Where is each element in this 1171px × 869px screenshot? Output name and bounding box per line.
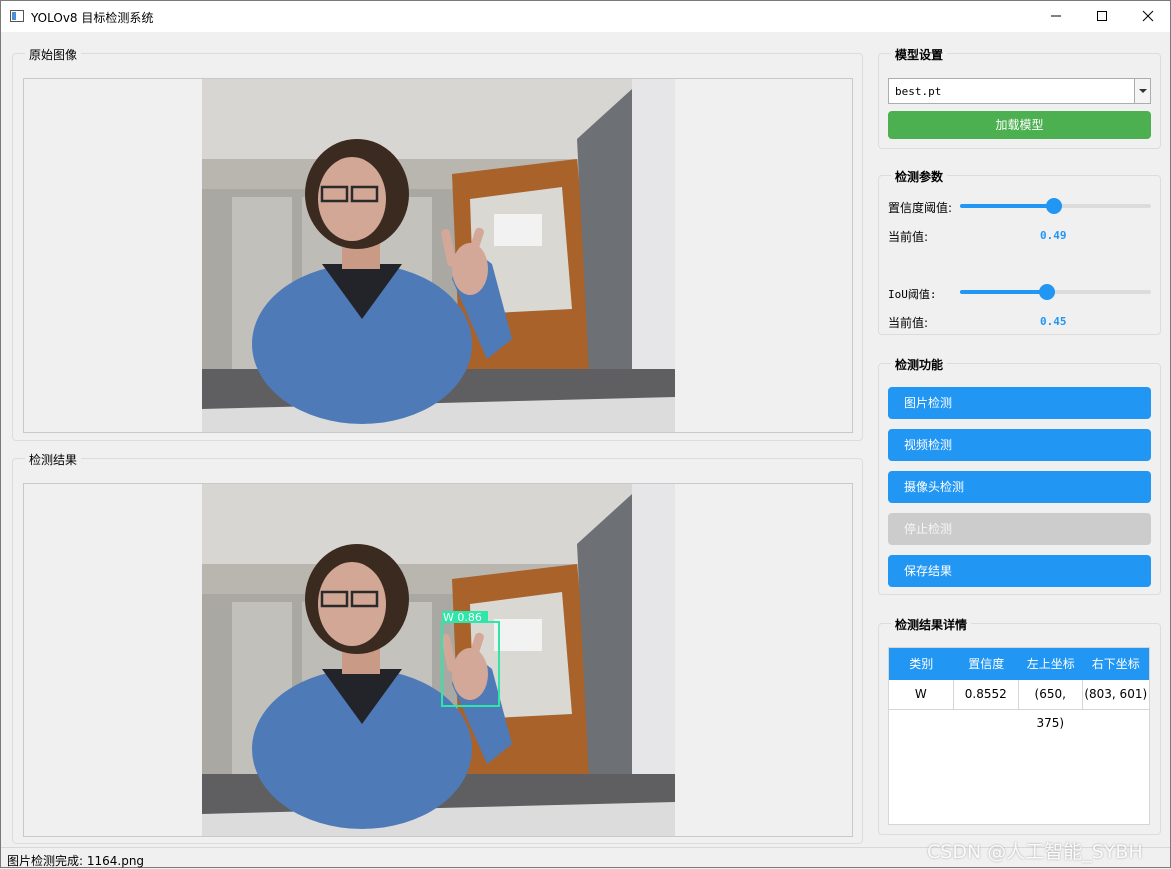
video-detect-button[interactable]: 视频检测 [888, 429, 1151, 461]
confidence-value: 0.49 [1040, 229, 1067, 242]
detection-functions-title: 检测功能 [891, 356, 948, 373]
result-table[interactable]: 类别 置信度 左上坐标 右下坐标 W 0.8552 (650, 375) (80… [888, 647, 1150, 825]
table-cell[interactable]: 0.8552 [954, 680, 1019, 709]
original-image-frame [23, 78, 853, 433]
column-header-class[interactable]: 类别 [889, 648, 954, 680]
iou-label: IoU阈值: [888, 288, 937, 301]
camera-detect-button[interactable]: 摄像头检测 [888, 471, 1151, 503]
original-photo-drawing [202, 79, 675, 432]
detection-result-group: 检测结果 W 0.86 [12, 451, 863, 844]
iou-slider-handle[interactable] [1038, 284, 1055, 300]
table-cell[interactable]: W [889, 680, 954, 709]
app-icon [10, 10, 24, 22]
model-select-value: best.pt [895, 85, 942, 98]
maximize-icon [1097, 11, 1107, 21]
table-cell[interactable]: (650, 375) [1019, 680, 1083, 730]
close-icon [1142, 10, 1154, 22]
save-result-button[interactable]: 保存结果 [888, 555, 1151, 587]
minimize-button[interactable] [1033, 1, 1079, 32]
minimize-icon [1051, 15, 1061, 17]
confidence-current-label: 当前值: [888, 230, 929, 244]
model-select[interactable]: best.pt [888, 78, 1151, 104]
iou-slider-fill [960, 290, 1047, 294]
detection-label: W 0.86 [443, 611, 482, 624]
iou-current-label: 当前值: [888, 316, 929, 330]
maximize-button[interactable] [1079, 1, 1125, 32]
result-image-frame: W 0.86 [23, 483, 853, 837]
iou-value: 0.45 [1040, 315, 1067, 328]
app-window: YOLOv8 目标检测系统 原始图像 检测结果 W 0.86 模型设置 best… [0, 0, 1171, 868]
original-image [202, 79, 675, 432]
stop-detect-button[interactable]: 停止检测 [888, 513, 1151, 545]
status-text: 图片检测完成: 1164.png [7, 854, 145, 868]
chevron-down-icon[interactable] [1134, 79, 1150, 103]
original-image-group: 原始图像 [12, 46, 863, 441]
result-image: W 0.86 [202, 484, 675, 836]
iou-slider[interactable] [960, 284, 1151, 300]
column-header-top-left[interactable]: 左上坐标 [1019, 648, 1083, 680]
close-button[interactable] [1125, 1, 1171, 32]
confidence-slider-handle[interactable] [1045, 198, 1062, 214]
watermark: CSDN @人工智能_SYBH [927, 841, 1143, 863]
result-details-title: 检测结果详情 [891, 616, 972, 633]
title-bar: YOLOv8 目标检测系统 [1, 1, 1170, 32]
confidence-label: 置信度阈值: [888, 201, 953, 215]
table-header: 类别 置信度 左上坐标 右下坐标 [889, 648, 1149, 680]
result-photo-drawing: W 0.86 [202, 484, 675, 836]
model-settings-title: 模型设置 [891, 46, 948, 63]
confidence-slider[interactable] [960, 198, 1151, 214]
original-image-title: 原始图像 [25, 46, 82, 63]
load-model-button[interactable]: 加载模型 [888, 111, 1151, 139]
confidence-slider-fill [960, 204, 1054, 208]
table-row[interactable]: W 0.8552 (650, 375) (803, 601) [889, 680, 1149, 730]
image-detect-button[interactable]: 图片检测 [888, 387, 1151, 419]
column-header-confidence[interactable]: 置信度 [954, 648, 1020, 680]
column-header-bottom-right[interactable]: 右下坐标 [1083, 648, 1149, 680]
table-cell[interactable]: (803, 601) [1083, 680, 1149, 709]
window-title: YOLOv8 目标检测系统 [31, 11, 154, 25]
detection-params-title: 检测参数 [891, 168, 948, 185]
detection-result-title: 检测结果 [25, 451, 82, 468]
